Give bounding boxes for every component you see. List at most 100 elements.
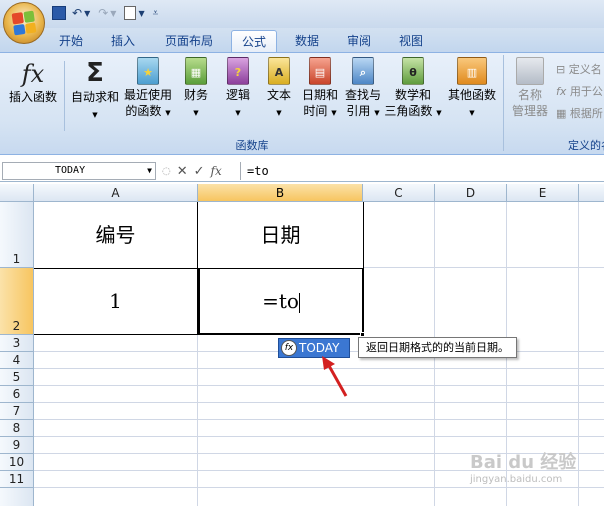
chevron-down-icon[interactable]: ▼ bbox=[147, 163, 152, 179]
ribbon: fx 插入函数 Σ 自动求和 ▼ ★ 最近使用 的函数 ▼ ▦ 财务 ▼ ? 逻… bbox=[0, 52, 604, 155]
autosum-button[interactable]: Σ 自动求和 ▼ bbox=[68, 57, 122, 123]
row-header-10[interactable]: 10 bbox=[0, 454, 34, 471]
redo-icon[interactable]: ↷ bbox=[98, 6, 108, 20]
column-header-b[interactable]: B bbox=[198, 184, 363, 202]
row-header-6[interactable]: 6 bbox=[0, 386, 34, 403]
fx-small-icon: fx bbox=[556, 85, 567, 98]
select-all-corner[interactable] bbox=[0, 184, 34, 202]
row-header-4[interactable]: 4 bbox=[0, 352, 34, 369]
function-icon: fx bbox=[281, 340, 297, 356]
row-number: 3 bbox=[12, 336, 21, 350]
separator bbox=[64, 61, 65, 131]
cell-a2[interactable]: 1 bbox=[34, 268, 198, 335]
insert-function-button[interactable]: fx 插入函数 bbox=[4, 57, 62, 105]
chevron-down-icon[interactable]: ▼ bbox=[84, 9, 90, 18]
ribbon-tabs: 开始 插入 页面布局 公式 数据 审阅 视图 bbox=[0, 28, 604, 52]
column-header-a[interactable]: A bbox=[34, 184, 198, 202]
expand-handle-icon[interactable]: ◌ bbox=[162, 166, 171, 177]
enter-check-icon[interactable]: ✓ bbox=[194, 164, 205, 179]
row-header-2[interactable]: 2 bbox=[0, 268, 34, 335]
use-in-formula-button[interactable]: fx 用于公 bbox=[556, 83, 603, 99]
row-header-8[interactable]: 8 bbox=[0, 420, 34, 437]
row-header-11[interactable]: 11 bbox=[0, 471, 34, 488]
gridline bbox=[363, 267, 604, 268]
grid-icon: ▦ bbox=[556, 107, 567, 120]
insert-function-icon[interactable]: fx bbox=[211, 164, 222, 178]
function-tooltip: 返回日期格式的的当前日期。 bbox=[358, 337, 517, 358]
column-header-e[interactable]: E bbox=[507, 184, 579, 202]
column-header-d[interactable]: D bbox=[435, 184, 507, 202]
math-trig-label-2: 三角函数 bbox=[384, 104, 433, 118]
undo-icon[interactable]: ↶ bbox=[72, 6, 82, 20]
watermark-line2: jingyan.baidu.com bbox=[470, 474, 563, 485]
math-trig-label: 数学和 bbox=[394, 88, 431, 102]
row-number: 5 bbox=[12, 370, 21, 384]
financial-book-icon: ▦ bbox=[185, 57, 207, 85]
more-functions-button[interactable]: ▥ 其他函数 ▼ bbox=[444, 57, 500, 121]
row-header-9[interactable]: 9 bbox=[0, 437, 34, 454]
lookup-label-2: 引用 bbox=[346, 104, 371, 118]
gridline bbox=[34, 436, 604, 437]
cell-b2-active[interactable]: =to bbox=[198, 268, 364, 335]
row-header-1[interactable]: 1 bbox=[0, 202, 34, 268]
create-from-selection-label: 根据所 bbox=[569, 107, 603, 120]
name-manager-icon bbox=[516, 57, 544, 85]
autosum-label: 自动求和 bbox=[70, 90, 119, 104]
create-from-selection-button[interactable]: ▦ 根据所 bbox=[556, 105, 603, 121]
cell-b1[interactable]: 日期 bbox=[198, 202, 364, 269]
insert-function-label: 插入函数 bbox=[8, 90, 57, 104]
date-time-button[interactable]: ▤ 日期和 时间 ▼ bbox=[298, 57, 342, 121]
gridline bbox=[197, 335, 198, 506]
recently-used-button[interactable]: ★ 最近使用 的函数 ▼ bbox=[122, 57, 174, 121]
tab-home[interactable]: 开始 bbox=[50, 30, 92, 52]
chevron-down-icon[interactable]: ▼ bbox=[138, 9, 144, 18]
customize-qat-icon[interactable]: ⩡ bbox=[153, 8, 159, 19]
office-button[interactable] bbox=[3, 2, 45, 44]
recently-used-label: 最近使用 bbox=[123, 88, 172, 102]
print-preview-icon[interactable] bbox=[124, 6, 137, 20]
chevron-down-icon: ▼ bbox=[193, 109, 199, 117]
row-header-5[interactable]: 5 bbox=[0, 369, 34, 386]
row-header-12[interactable] bbox=[0, 488, 34, 506]
text-button[interactable]: A 文本 ▼ bbox=[260, 57, 298, 121]
column-header-c[interactable]: C bbox=[363, 184, 435, 202]
logical-label: 逻辑 bbox=[225, 88, 250, 102]
tab-review[interactable]: 审阅 bbox=[338, 30, 380, 52]
formula-bar: TODAY ▼ ◌ ✕ ✓ fx =to bbox=[0, 160, 604, 182]
chevron-down-icon: ▼ bbox=[374, 109, 380, 117]
name-manager-button[interactable]: 名称 管理器 bbox=[508, 57, 552, 119]
tab-insert[interactable]: 插入 bbox=[102, 30, 144, 52]
column-header-f[interactable] bbox=[579, 184, 604, 202]
chevron-down-icon: ▼ bbox=[436, 109, 442, 117]
name-box[interactable]: TODAY ▼ bbox=[2, 162, 156, 180]
define-name-button[interactable]: ⊟ 定义名 bbox=[556, 61, 602, 77]
cell-a1[interactable]: 编号 bbox=[34, 202, 198, 269]
tag-icon: ⊟ bbox=[556, 63, 566, 76]
formula-input[interactable]: =to bbox=[240, 162, 604, 180]
fx-icon: fx bbox=[21, 60, 45, 88]
tab-view[interactable]: 视图 bbox=[390, 30, 432, 52]
logical-button[interactable]: ? 逻辑 ▼ bbox=[218, 57, 258, 121]
tab-page-layout[interactable]: 页面布局 bbox=[154, 30, 224, 52]
lookup-reference-button[interactable]: ⌕ 查找与 引用 ▼ bbox=[342, 57, 384, 121]
financial-button[interactable]: ▦ 财务 ▼ bbox=[176, 57, 216, 121]
tab-formulas[interactable]: 公式 bbox=[231, 30, 277, 52]
quick-access-toolbar: ↶ ▼ ↷ ▼ ▼ ⩡ bbox=[52, 4, 158, 22]
name-manager-label-2: 管理器 bbox=[511, 104, 548, 118]
save-icon[interactable] bbox=[52, 6, 66, 20]
tab-data[interactable]: 数据 bbox=[286, 30, 328, 52]
chevron-down-icon: ▼ bbox=[276, 109, 282, 117]
letter-book-icon: A bbox=[268, 57, 290, 85]
more-functions-label: 其他函数 bbox=[447, 88, 496, 102]
date-time-label: 日期和 bbox=[301, 88, 338, 102]
cancel-icon[interactable]: ✕ bbox=[177, 164, 188, 179]
books-icon: ▥ bbox=[457, 57, 487, 85]
red-arrow-icon bbox=[322, 356, 348, 397]
row-header-3[interactable]: 3 bbox=[0, 335, 34, 352]
baidu-watermark: Bai du 经验 jingyan.baidu.com bbox=[470, 448, 598, 504]
defined-names-group-label: 定义的名 bbox=[568, 139, 604, 152]
math-trig-button[interactable]: θ 数学和 三角函数 ▼ bbox=[384, 57, 442, 121]
row-number: 6 bbox=[12, 387, 21, 401]
chevron-down-icon[interactable]: ▼ bbox=[110, 9, 116, 18]
row-header-7[interactable]: 7 bbox=[0, 403, 34, 420]
